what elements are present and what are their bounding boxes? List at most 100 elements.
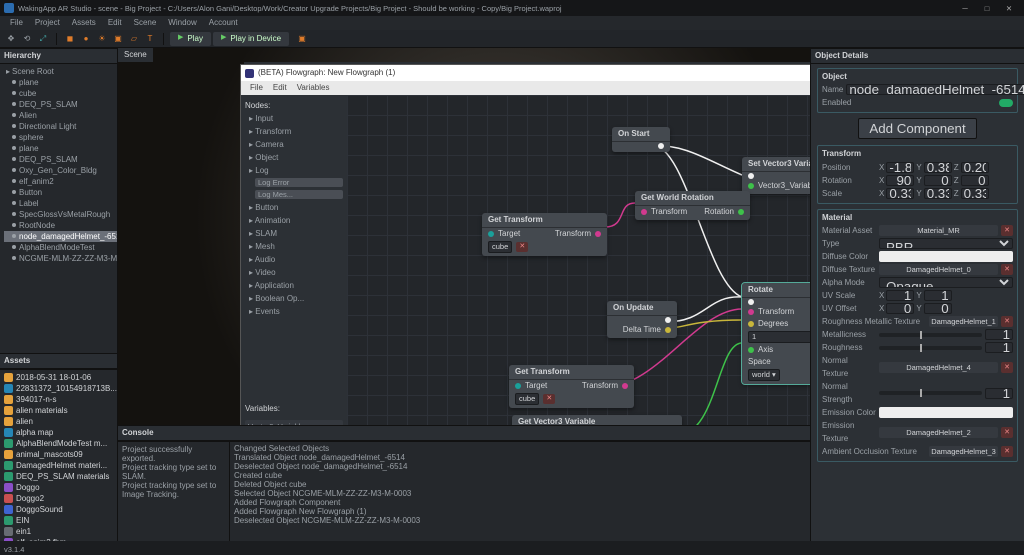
node-on-start[interactable]: On Start: [612, 127, 670, 152]
clear-icon[interactable]: ✕: [1001, 427, 1013, 438]
fg-menu-file[interactable]: File: [245, 83, 268, 93]
tool-light-icon[interactable]: ☀: [95, 32, 109, 46]
clear-icon[interactable]: ✕: [1001, 316, 1013, 327]
rough-tex-chip[interactable]: DamagedHelmet_1: [929, 316, 998, 327]
hierarchy-item[interactable]: Label: [4, 198, 117, 209]
rot-x[interactable]: [886, 175, 914, 186]
port-out[interactable]: [658, 143, 664, 149]
fg-cat[interactable]: Transform: [245, 126, 343, 137]
record-icon[interactable]: ▣: [295, 32, 309, 46]
port-in[interactable]: [488, 231, 494, 237]
clear-icon[interactable]: ✕: [1001, 362, 1013, 373]
scl-z[interactable]: [961, 188, 989, 199]
rough-val[interactable]: [985, 342, 1013, 353]
hierarchy-tree[interactable]: Scene RootplanecubeDEQ_PS_SLAMAlienDirec…: [0, 64, 117, 354]
add-component-button[interactable]: Add Component: [858, 118, 976, 139]
hierarchy-item[interactable]: plane: [4, 143, 117, 154]
fg-cat[interactable]: Input: [245, 113, 343, 124]
asset-item[interactable]: alpha map: [0, 427, 117, 438]
port-in[interactable]: [748, 299, 754, 305]
tool-plane-icon[interactable]: ▱: [127, 32, 141, 46]
node-on-update[interactable]: On Update Delta Time: [607, 301, 677, 338]
fg-menu-variables[interactable]: Variables: [292, 83, 335, 93]
enabled-toggle[interactable]: [999, 99, 1013, 107]
node-get-world-rotation[interactable]: Get World Rotation TransformRotation: [635, 191, 750, 220]
port-out[interactable]: [595, 231, 601, 237]
asset-item[interactable]: elf_anim2.fbm: [0, 537, 117, 541]
asset-item[interactable]: DEQ_PS_SLAM materials: [0, 471, 117, 482]
node-value[interactable]: cube: [515, 393, 539, 405]
hierarchy-item[interactable]: SpecGlossVsMetalRough: [4, 209, 117, 220]
flowgraph-canvas[interactable]: On Start Set Vector3 Variable Vector3_Va…: [347, 95, 810, 425]
play-button[interactable]: Play: [170, 32, 211, 46]
tool-rotate-icon[interactable]: ⟲: [20, 32, 34, 46]
diffuse-tex-chip[interactable]: DamagedHelmet_0: [879, 264, 998, 275]
tool-camera-icon[interactable]: ▣: [111, 32, 125, 46]
hierarchy-item[interactable]: node_damagedHelmet_-6514: [4, 231, 117, 242]
port-in[interactable]: [748, 321, 754, 327]
console-left[interactable]: Project successfully exported.Project tr…: [118, 442, 230, 541]
hierarchy-item[interactable]: sphere: [4, 132, 117, 143]
tool-text-icon[interactable]: T: [143, 32, 157, 46]
pos-z[interactable]: [961, 162, 989, 173]
asset-item[interactable]: AlphaBlendModeTest m...: [0, 438, 117, 449]
hierarchy-item[interactable]: Oxy_Gen_Color_Bldg: [4, 165, 117, 176]
node-value[interactable]: cube: [488, 241, 512, 253]
object-name-input[interactable]: [846, 84, 1024, 95]
menu-window[interactable]: Window: [162, 18, 202, 28]
menu-account[interactable]: Account: [203, 18, 244, 28]
fg-menu-edit[interactable]: Edit: [268, 83, 292, 93]
fg-cat[interactable]: Events: [245, 306, 343, 317]
type-select[interactable]: PBR: [879, 238, 1013, 249]
fg-cat[interactable]: Button: [245, 202, 343, 213]
fg-cat[interactable]: Log: [245, 165, 343, 176]
menu-edit[interactable]: Edit: [102, 18, 128, 28]
asset-item[interactable]: alien materials: [0, 405, 117, 416]
scl-x[interactable]: [886, 188, 914, 199]
pos-y[interactable]: [924, 162, 952, 173]
rough-slider[interactable]: [879, 346, 982, 350]
node-get-transform-1[interactable]: Get Transform TargetTransform cube✕: [482, 213, 607, 256]
fg-cat[interactable]: Video: [245, 267, 343, 278]
norm-tex-chip[interactable]: DamagedHelmet_4: [879, 362, 998, 373]
clear-icon[interactable]: ✕: [1001, 446, 1013, 457]
asset-item[interactable]: 2018-05-31 18-01-06: [0, 372, 117, 383]
fg-cat[interactable]: Object: [245, 152, 343, 163]
alpha-select[interactable]: Opaque: [879, 277, 1013, 288]
fg-cat[interactable]: SLAM: [245, 228, 343, 239]
asset-item[interactable]: ein1: [0, 526, 117, 537]
asset-item[interactable]: Doggo: [0, 482, 117, 493]
asset-item[interactable]: 22831372_10154918713B...: [0, 383, 117, 394]
play-device-button[interactable]: Play in Device: [213, 32, 289, 46]
console-right[interactable]: Changed Selected ObjectsTranslated Objec…: [230, 442, 810, 541]
mat-asset-chip[interactable]: Material_MR: [879, 225, 998, 236]
fg-cat[interactable]: Boolean Op...: [245, 293, 343, 304]
flowgraph-sidebar[interactable]: Nodes: Input Transform Camera Object Log…: [241, 95, 347, 425]
tool-scale-icon[interactable]: ⤢: [36, 32, 50, 46]
metal-val[interactable]: [985, 329, 1013, 340]
port-in[interactable]: [641, 209, 647, 215]
tool-cube-icon[interactable]: ◼: [63, 32, 77, 46]
assets-list[interactable]: 2018-05-31 18-01-0622831372_10154918713B…: [0, 369, 117, 541]
asset-item[interactable]: DamagedHelmet materi...: [0, 460, 117, 471]
diffuse-color-swatch[interactable]: [879, 251, 1013, 262]
menu-scene[interactable]: Scene: [128, 18, 163, 28]
hierarchy-item[interactable]: cube: [4, 88, 117, 99]
clear-icon[interactable]: ✕: [1001, 264, 1013, 275]
node-get-transform-2[interactable]: Get Transform TargetTransform cube✕: [509, 365, 634, 408]
rot-z[interactable]: [961, 175, 989, 186]
scene-viewport[interactable]: Scene UI Preview - Landscape (768x432) —…: [118, 48, 810, 425]
port-in[interactable]: [748, 309, 754, 315]
fg-cat[interactable]: Audio: [245, 254, 343, 265]
menu-assets[interactable]: Assets: [66, 18, 102, 28]
fg-leaf[interactable]: Log Error: [255, 178, 343, 187]
node-get-vector3-variable[interactable]: Get Vector3 Variable Vector3_Variable: [512, 415, 682, 425]
hierarchy-item[interactable]: DEQ_PS_SLAM: [4, 154, 117, 165]
port-out[interactable]: [622, 383, 628, 389]
fg-cat[interactable]: Mesh: [245, 241, 343, 252]
hierarchy-item[interactable]: RootNode: [4, 220, 117, 231]
flowgraph-window[interactable]: (BETA) Flowgraph: New Flowgraph (1) ─ □ …: [240, 64, 810, 425]
port-in[interactable]: [515, 383, 521, 389]
port-in[interactable]: [748, 183, 754, 189]
hierarchy-item[interactable]: Directional Light: [4, 121, 117, 132]
